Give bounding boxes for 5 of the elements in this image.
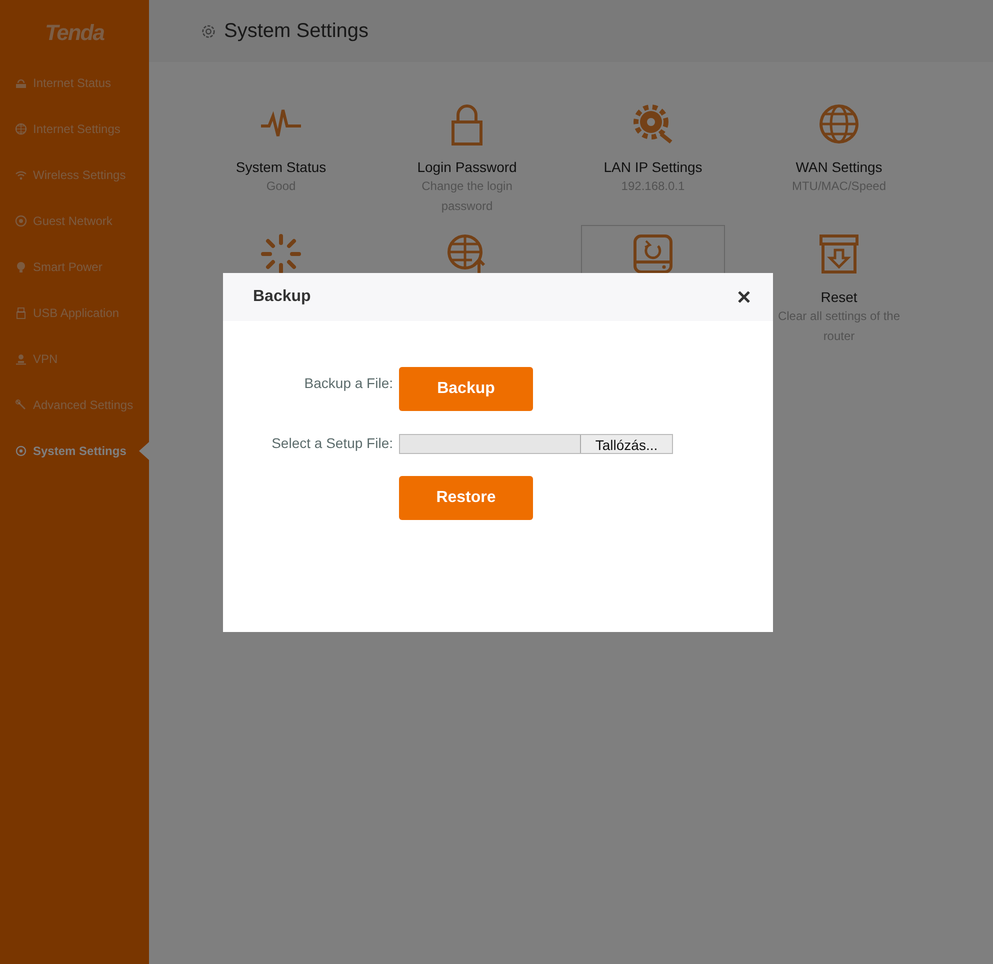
field-label: Select a Setup File:	[270, 434, 394, 453]
page-title: System Settings	[224, 19, 369, 43]
field-label: Backup a File:	[303, 374, 394, 393]
logo-text: Tenda	[44, 19, 106, 47]
dialog-title: Backup	[253, 287, 311, 307]
